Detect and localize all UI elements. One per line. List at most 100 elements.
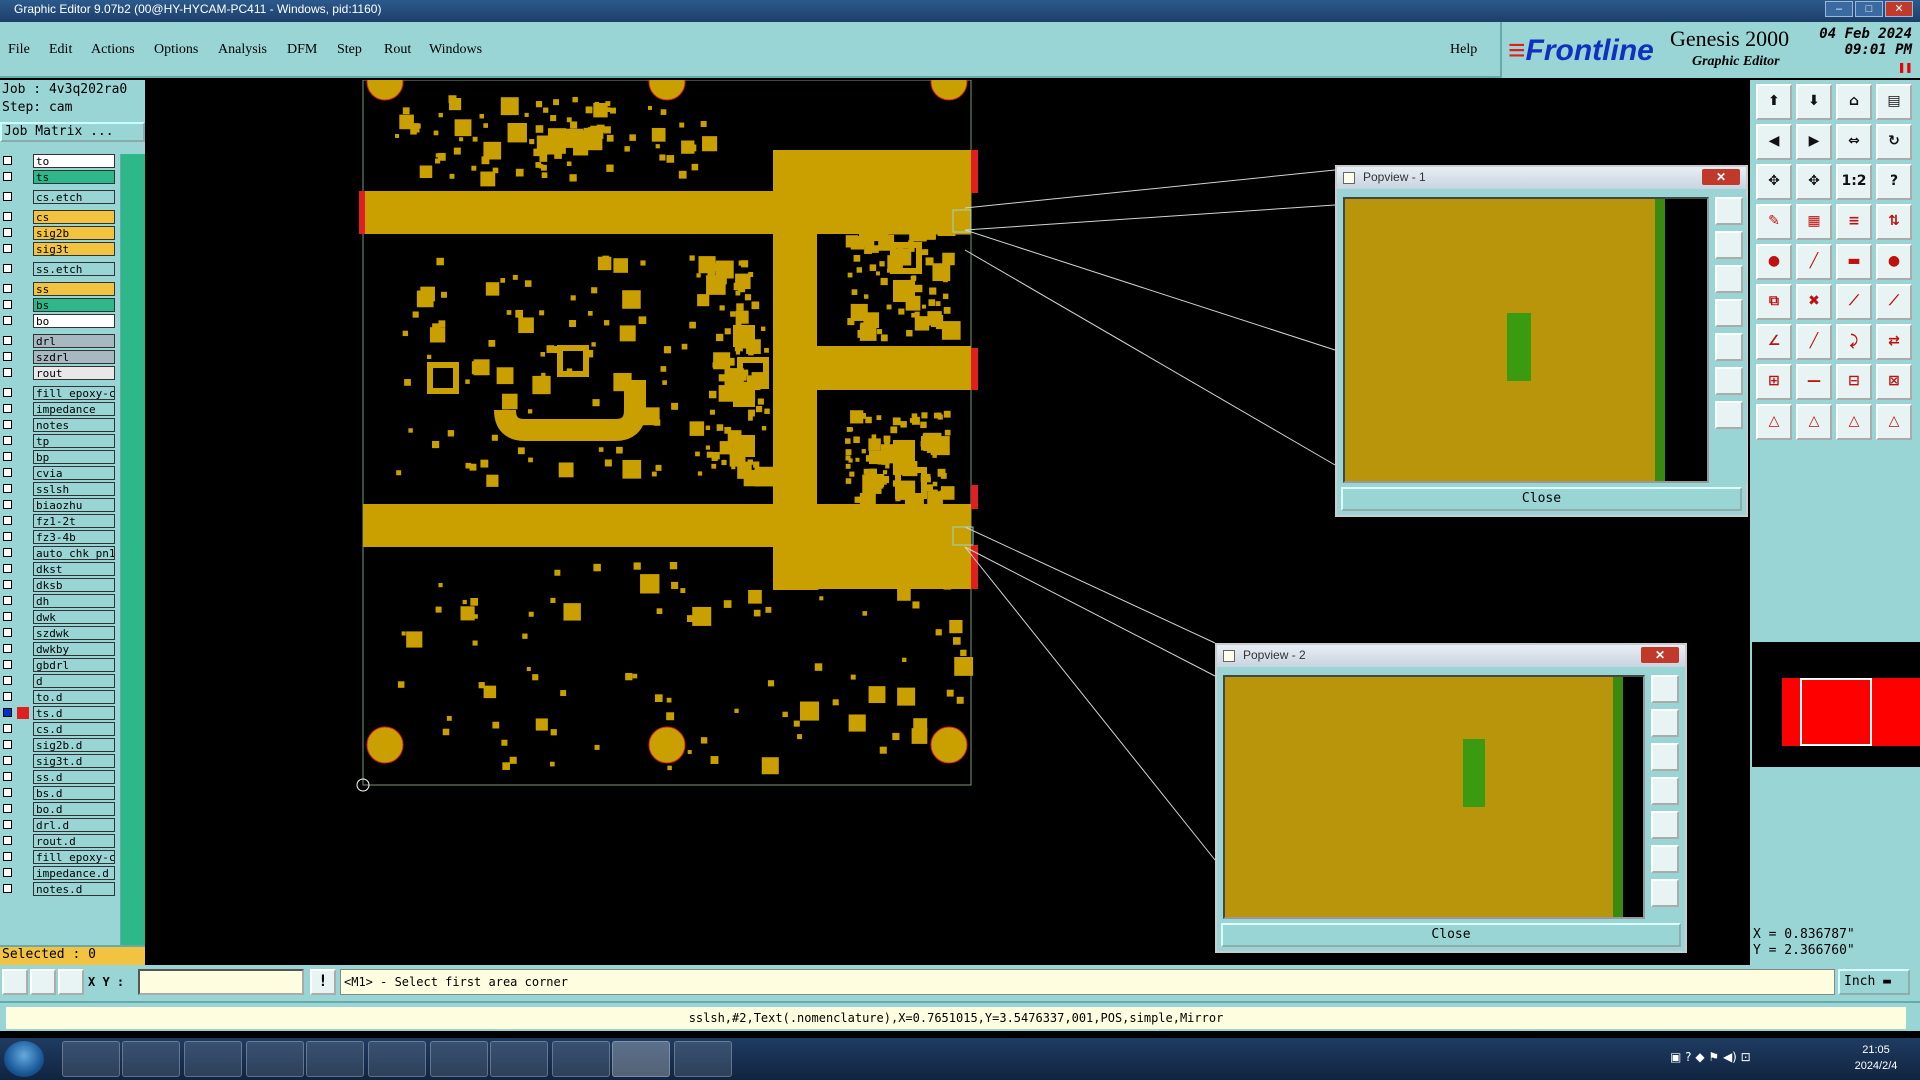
tool-arc-icon[interactable]: ⟋ (1876, 284, 1912, 320)
minimize-button[interactable]: – (1825, 1, 1853, 17)
layer-checkbox[interactable] (3, 452, 12, 461)
layer-checkbox[interactable] (3, 788, 12, 797)
layer-name[interactable]: szdwk (33, 626, 115, 640)
taskbar-app-notepad[interactable] (122, 1041, 180, 1077)
layer-checkbox[interactable] (3, 628, 12, 637)
layer-checkbox[interactable] (3, 644, 12, 653)
tool-zoom-area-icon[interactable]: ✥ (1756, 164, 1792, 200)
layer-checkbox[interactable] (3, 316, 12, 325)
layer-name[interactable]: bs (33, 298, 115, 312)
layer-checkbox[interactable] (3, 516, 12, 525)
layer-checkbox[interactable] (3, 580, 12, 589)
layer-name[interactable]: drl.d (33, 818, 115, 832)
layer-checkbox[interactable] (3, 212, 12, 221)
layer-name[interactable]: cs.etch (33, 190, 115, 204)
pause-icon[interactable]: ❚❚ (1898, 60, 1912, 74)
layer-row[interactable]: dwk (0, 610, 118, 624)
layer-checkbox[interactable] (3, 228, 12, 237)
layer-checkbox[interactable] (3, 596, 12, 605)
layer-checkbox[interactable] (3, 336, 12, 345)
layer-row[interactable]: ss.d (0, 770, 118, 784)
layer-name[interactable]: bs.d (33, 786, 115, 800)
system-tray-icons[interactable]: ▣ ? ◆ ⚑ ◀) ⊡ (1670, 1050, 1751, 1064)
popview-tool[interactable] (1651, 709, 1679, 737)
layer-row[interactable]: fill_epoxy-c (0, 386, 118, 400)
layer-row[interactable]: dh (0, 594, 118, 608)
layer-name[interactable]: impedance.d (33, 866, 115, 880)
layer-name[interactable]: cvia (33, 466, 115, 480)
layer-name[interactable]: cs.d (33, 722, 115, 736)
layer-row[interactable]: fz3-4b (0, 530, 118, 544)
popview-tool[interactable] (1715, 197, 1743, 225)
menu-windows[interactable]: Windows (429, 42, 482, 58)
layer-row[interactable]: sig2b.d (0, 738, 118, 752)
start-button[interactable] (4, 1041, 44, 1077)
layer-row[interactable]: cs (0, 210, 118, 224)
layer-row[interactable]: drl (0, 334, 118, 348)
measure-icon[interactable] (30, 969, 56, 995)
popview-1-view[interactable] (1343, 197, 1709, 483)
tool-save-icon[interactable]: ⬇ (1796, 84, 1832, 120)
layer-name[interactable]: rout.d (33, 834, 115, 848)
layer-row[interactable]: d (0, 674, 118, 688)
layer-row[interactable]: to.d (0, 690, 118, 704)
tool-add-pad-icon[interactable]: ● (1756, 244, 1792, 280)
tool-scale-icon[interactable]: 1:2 (1836, 164, 1872, 200)
layer-checkbox[interactable] (3, 388, 12, 397)
layer-row[interactable]: biaozhu (0, 498, 118, 512)
layer-checkbox[interactable] (3, 436, 12, 445)
layer-name[interactable]: sig2b.d (33, 738, 115, 752)
taskbar-app-word[interactable] (368, 1041, 426, 1077)
layer-name[interactable]: fill_epoxy-c (33, 850, 115, 864)
layer-checkbox[interactable] (3, 852, 12, 861)
tool-layers-icon[interactable]: ≡ (1836, 204, 1872, 240)
layer-row[interactable]: ss (0, 282, 118, 296)
menu-actions[interactable]: Actions (91, 42, 135, 58)
tool-triangle-icon[interactable]: △ (1756, 404, 1792, 440)
layer-name[interactable]: fz3-4b (33, 530, 115, 544)
grid-icon[interactable] (58, 969, 84, 995)
layer-name[interactable]: fz1-2t (33, 514, 115, 528)
tool-tri3-icon[interactable]: △ (1836, 404, 1872, 440)
layer-checkbox[interactable] (3, 884, 12, 893)
layer-checkbox[interactable] (3, 612, 12, 621)
menu-options[interactable]: Options (154, 42, 198, 58)
menu-dfm[interactable]: DFM (287, 42, 317, 58)
layer-row[interactable]: fill_epoxy-c (0, 850, 118, 864)
layer-row[interactable]: impedance.d (0, 866, 118, 880)
layer-checkbox[interactable] (3, 724, 12, 733)
menu-file[interactable]: File (8, 42, 30, 58)
layer-name[interactable]: tp (33, 434, 115, 448)
menu-step[interactable]: Step (337, 42, 362, 58)
tool-highlight-icon[interactable]: ⇅ (1876, 204, 1912, 240)
layer-name[interactable]: impedance (33, 402, 115, 416)
layer-checkbox[interactable] (3, 172, 12, 181)
popview-tool[interactable] (1715, 299, 1743, 327)
layer-row[interactable]: sig2b (0, 226, 118, 240)
layer-name[interactable]: notes.d (33, 882, 115, 896)
layer-row[interactable]: ts.d (0, 706, 118, 720)
layer-checkbox[interactable] (3, 368, 12, 377)
tool-line-h-icon[interactable]: — (1796, 364, 1832, 400)
layer-row[interactable]: bo (0, 314, 118, 328)
layer-checkbox[interactable] (3, 404, 12, 413)
layer-row[interactable]: szdwk (0, 626, 118, 640)
layer-name[interactable]: notes (33, 418, 115, 432)
layer-checkbox[interactable] (3, 820, 12, 829)
layer-name[interactable]: sig3t.d (33, 754, 115, 768)
job-matrix-button[interactable]: Job Matrix ... (0, 122, 145, 142)
tool-snap-icon[interactable]: ✎ (1756, 204, 1792, 240)
tool-zoom-in-icon[interactable]: ✥ (1796, 164, 1832, 200)
menu-analysis[interactable]: Analysis (218, 42, 267, 58)
popview-tool[interactable] (1715, 231, 1743, 259)
layer-checkbox[interactable] (3, 676, 12, 685)
layer-row[interactable]: dkst (0, 562, 118, 576)
layer-name[interactable]: sig3t (33, 242, 115, 256)
layer-row[interactable]: bp (0, 450, 118, 464)
tool-open-icon[interactable]: ⬆ (1756, 84, 1792, 120)
alert-icon[interactable]: ! (310, 969, 336, 995)
popview-tool[interactable] (1715, 265, 1743, 293)
layer-checkbox[interactable] (3, 772, 12, 781)
layer-checkbox[interactable] (3, 264, 12, 273)
taskbar-app-browser[interactable] (184, 1041, 242, 1077)
